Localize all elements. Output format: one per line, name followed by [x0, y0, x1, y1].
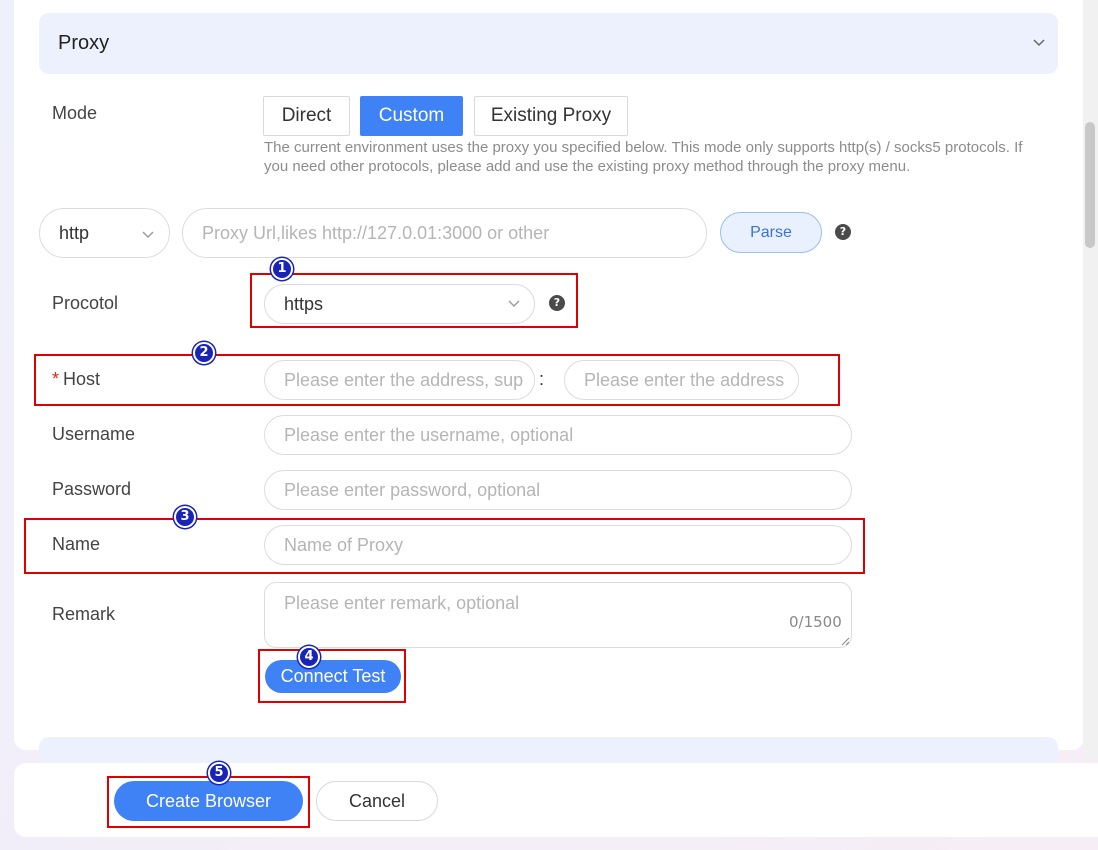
create-browser-button[interactable]: Create Browser — [114, 781, 303, 821]
mode-direct-button[interactable]: Direct — [263, 96, 350, 136]
host-port-separator: : — [539, 369, 545, 389]
step-marker-5: 5 — [208, 762, 230, 784]
host-label-text: Host — [63, 369, 101, 389]
chevron-down-icon — [142, 231, 154, 238]
host-address-placeholder: Please enter the address, sup — [284, 369, 524, 390]
required-mark: * — [52, 369, 60, 389]
mode-hint: The current environment uses the proxy y… — [264, 139, 1023, 175]
parse-button[interactable]: Parse — [720, 212, 822, 253]
step-marker-4: 4 — [298, 646, 320, 668]
remark-textarea[interactable]: Please enter remark, optional — [264, 582, 852, 648]
name-placeholder: Name of Proxy — [284, 534, 404, 555]
proxy-url-placeholder: Proxy Url,likes http://127.0.01:3000 or … — [202, 222, 550, 243]
mode-existing-proxy-button[interactable]: Existing Proxy — [474, 96, 628, 136]
help-icon[interactable]: ? — [549, 295, 565, 311]
step-marker-3: 3 — [174, 506, 196, 528]
username-input[interactable]: Please enter the username, optional — [264, 415, 852, 455]
username-placeholder: Please enter the username, optional — [284, 424, 574, 445]
cancel-button[interactable]: Cancel — [316, 781, 438, 821]
connect-test-button[interactable]: Connect Test — [265, 660, 401, 693]
scrollbar-track[interactable] — [1083, 0, 1098, 760]
proxy-section-header[interactable] — [39, 13, 1058, 74]
help-icon[interactable]: ? — [835, 224, 851, 240]
remark-char-counter: 0/1500 — [789, 613, 842, 631]
chevron-down-icon — [508, 300, 520, 307]
host-port-placeholder: Please enter the address — [584, 369, 785, 390]
password-input[interactable]: Please enter password, optional — [264, 470, 852, 510]
host-address-input[interactable]: Please enter the address, sup — [264, 360, 535, 400]
protocol-select[interactable]: https — [264, 284, 535, 324]
mode-label: Mode — [52, 103, 98, 123]
proxy-url-input[interactable]: Proxy Url,likes http://127.0.01:3000 or … — [182, 208, 707, 258]
scrollbar-thumb[interactable] — [1085, 122, 1095, 248]
remark-placeholder: Please enter remark, optional — [284, 593, 520, 613]
username-label: Username — [52, 424, 136, 444]
protocol-label: Procotol — [52, 293, 119, 313]
proxy-scheme-value: http — [59, 222, 90, 243]
step-marker-1: 1 — [271, 258, 293, 280]
step-marker-2: 2 — [193, 342, 215, 364]
host-port-input[interactable]: Please enter the address — [564, 360, 799, 400]
host-label: * Host — [52, 369, 100, 390]
section-title: Proxy — [58, 32, 110, 54]
resize-handle-icon[interactable] — [840, 636, 850, 646]
name-input[interactable]: Name of Proxy — [264, 525, 852, 565]
password-label: Password — [52, 479, 132, 499]
protocol-value: https — [284, 293, 324, 314]
remark-label: Remark — [52, 604, 116, 624]
name-label: Name — [52, 534, 101, 554]
chevron-down-icon[interactable] — [1031, 34, 1047, 50]
mode-custom-button[interactable]: Custom — [360, 96, 463, 136]
password-placeholder: Please enter password, optional — [284, 479, 541, 500]
